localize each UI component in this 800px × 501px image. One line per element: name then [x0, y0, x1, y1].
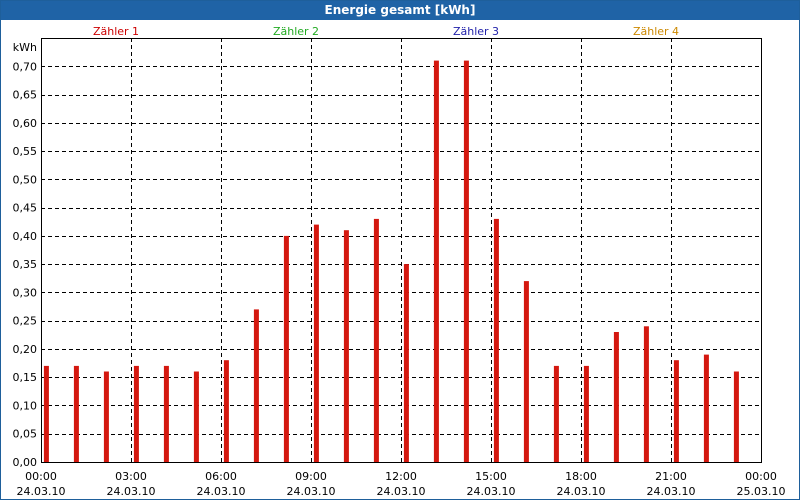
- energy-chart: kWh 0,00 0,05 0,10 0,15 0,20 0,25 0,30 0,35 0,40…: [13, 25, 786, 498]
- bar: [463, 60, 469, 462]
- bar: [43, 365, 49, 462]
- y-axis: kWh 0,00 0,05 0,10 0,15 0,20 0,25 0,30 0,35 0,40…: [13, 41, 38, 469]
- x-tick-date: 24.03.10: [107, 485, 156, 498]
- bar: [673, 360, 679, 462]
- bar: [493, 218, 499, 462]
- x-tick-date: 24.03.10: [557, 485, 606, 498]
- bar: [253, 309, 259, 462]
- x-tick-time: 00:00: [745, 470, 777, 483]
- x-tick-date: 24.03.10: [287, 485, 336, 498]
- x-tick-time: 21:00: [655, 470, 687, 483]
- x-tick-date: 24.03.10: [377, 485, 426, 498]
- legend-entry: Zähler 4: [633, 25, 679, 38]
- legend-entry: Zähler 1: [93, 25, 139, 38]
- x-tick-time: 00:00: [25, 470, 57, 483]
- bar: [733, 371, 739, 462]
- bar: [583, 365, 589, 462]
- x-tick-time: 15:00: [475, 470, 507, 483]
- chart-window: Energie gesamt [kWh] kWh 0,00 0,05 0,10 0,1…: [0, 0, 800, 500]
- x-tick-date: 24.03.10: [197, 485, 246, 498]
- bar: [523, 281, 529, 462]
- x-tick-time: 03:00: [115, 470, 147, 483]
- x-tick-time: 12:00: [385, 470, 417, 483]
- bar: [703, 354, 709, 462]
- y-tick-label: 0,35: [13, 258, 38, 271]
- y-axis-label: kWh: [13, 41, 37, 54]
- x-axis: 00:00 24.03.10 03:00 24.03.10 06:00 24.03.10 0…: [17, 470, 786, 498]
- grid: [41, 38, 761, 462]
- x-tick-date: 24.03.10: [17, 485, 66, 498]
- y-tick-label: 0,25: [13, 315, 38, 328]
- y-tick-label: 0,55: [13, 145, 38, 158]
- y-tick-label: 0,65: [13, 89, 38, 102]
- legend-entry: Zähler 2: [273, 25, 319, 38]
- y-tick-label: 0,00: [13, 456, 38, 469]
- bar: [103, 371, 109, 462]
- y-tick-label: 0,70: [13, 60, 38, 73]
- x-tick-time: 18:00: [565, 470, 597, 483]
- bar: [643, 326, 649, 462]
- bar: [163, 365, 169, 462]
- y-tick-label: 0,15: [13, 371, 38, 384]
- bar: [613, 332, 619, 462]
- bar: [553, 365, 559, 462]
- y-tick-label: 0,10: [13, 400, 38, 413]
- legend-entry: Zähler 3: [453, 25, 499, 38]
- bar: [373, 218, 379, 462]
- bar: [343, 230, 349, 462]
- x-tick-time: 09:00: [295, 470, 327, 483]
- bar: [313, 224, 319, 462]
- y-tick-label: 0,30: [13, 286, 38, 299]
- bar: [73, 365, 79, 462]
- y-tick-label: 0,05: [13, 428, 38, 441]
- bar: [283, 235, 289, 462]
- bar: [193, 371, 199, 462]
- y-tick-label: 0,20: [13, 343, 38, 356]
- x-tick-date: 25.03.10: [737, 485, 786, 498]
- x-tick-date: 24.03.10: [647, 485, 696, 498]
- y-tick-label: 0,50: [13, 173, 38, 186]
- y-tick-label: 0,45: [13, 202, 38, 215]
- x-tick-date: 24.03.10: [467, 485, 516, 498]
- bar: [223, 360, 229, 462]
- bar: [133, 365, 139, 462]
- legend: Zähler 1 Zähler 2 Zähler 3 Zähler 4: [93, 25, 679, 38]
- y-tick-label: 0,40: [13, 230, 38, 243]
- y-tick-label: 0,60: [13, 117, 38, 130]
- bar: [433, 60, 439, 462]
- bar: [403, 264, 409, 462]
- bars: [43, 60, 739, 462]
- x-tick-time: 06:00: [205, 470, 237, 483]
